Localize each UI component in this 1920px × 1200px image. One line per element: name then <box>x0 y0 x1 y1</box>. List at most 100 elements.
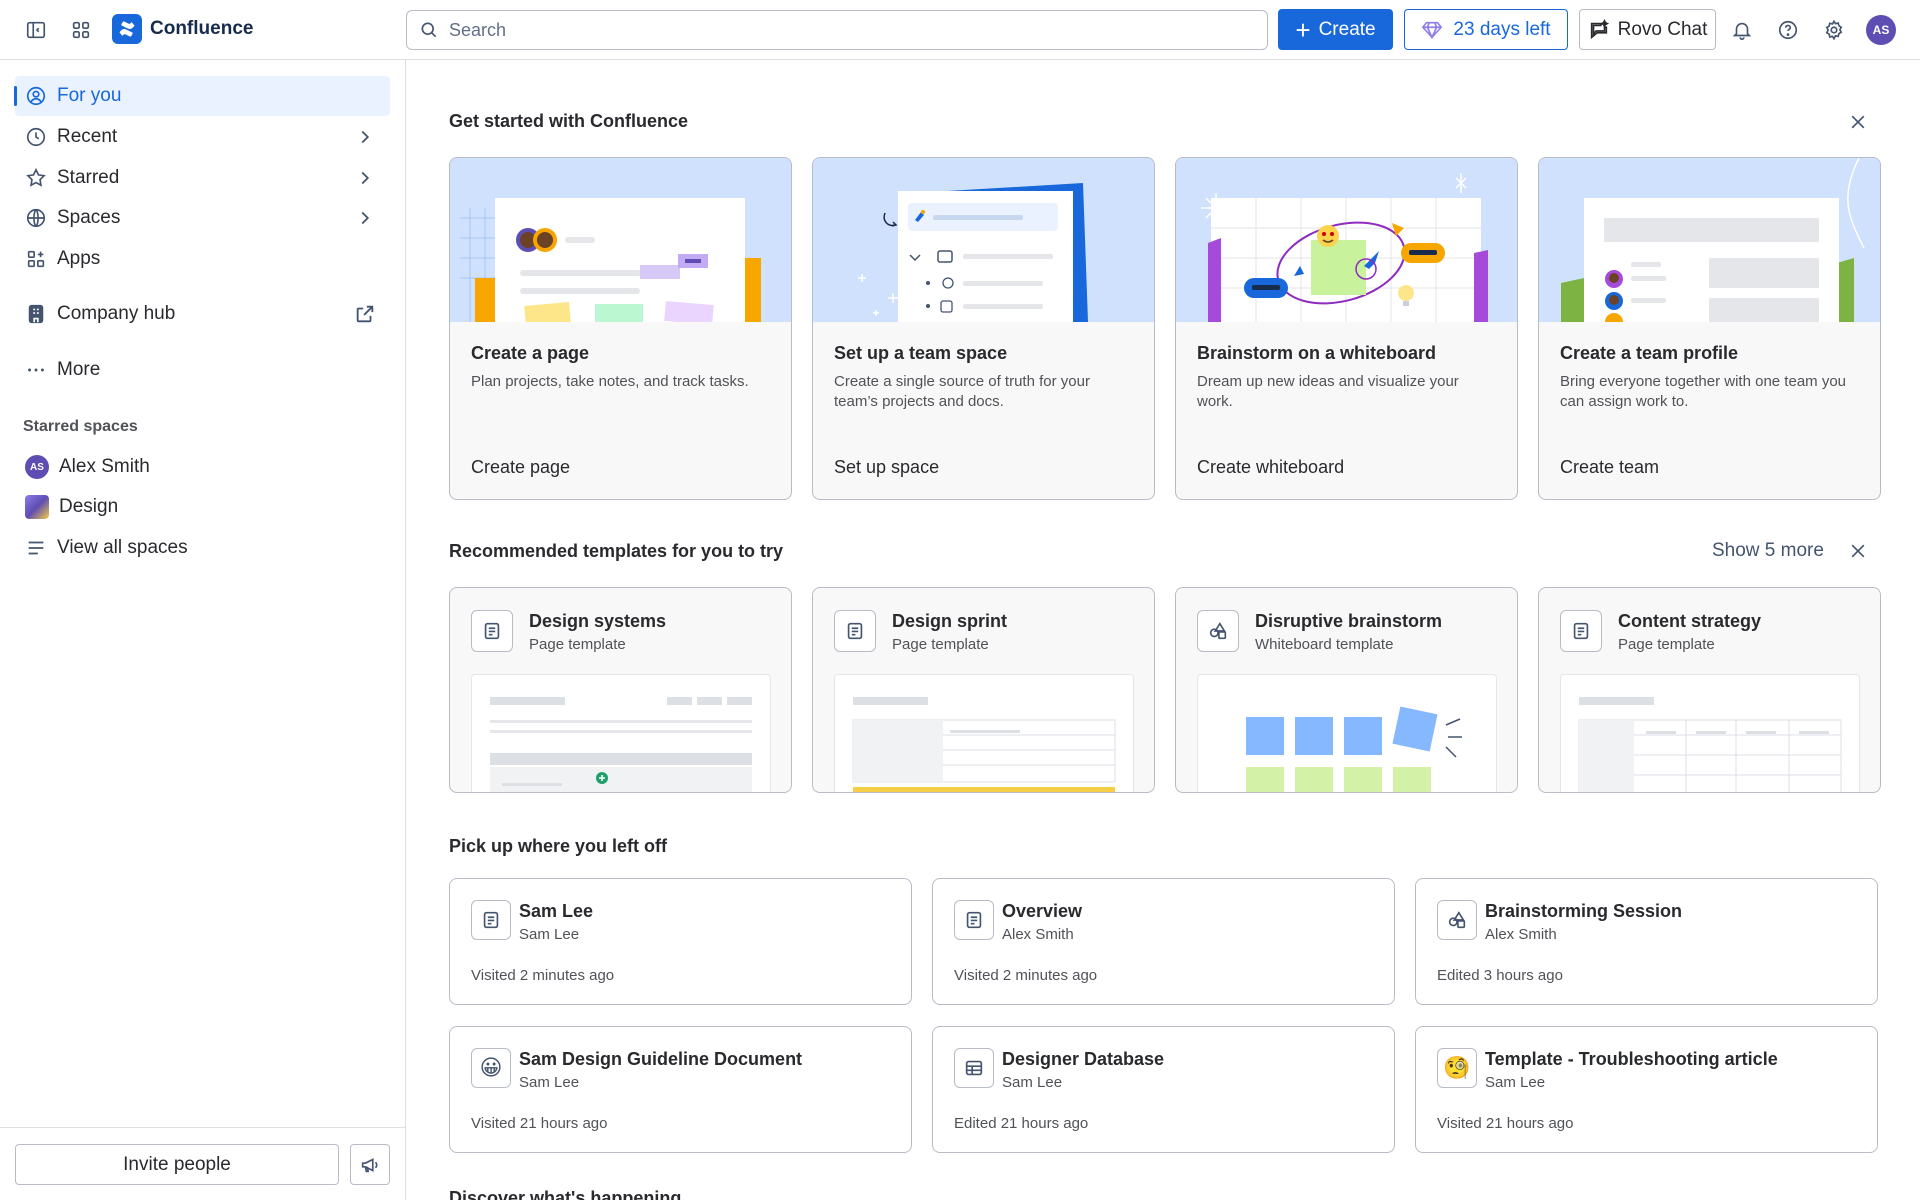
template-type: Page template <box>1618 636 1715 653</box>
card-title: Brainstorm on a whiteboard <box>1197 343 1437 363</box>
view-all-spaces[interactable]: View all spaces <box>15 528 390 568</box>
sidebar-toggle-icon[interactable] <box>16 10 56 50</box>
whiteboard-illustration <box>1176 158 1517 322</box>
card-title: Create a page <box>471 343 590 363</box>
sidebar-item-company-hub[interactable]: Company hub <box>15 294 390 334</box>
space-alex-smith[interactable]: AS Alex Smith <box>15 447 390 487</box>
get-started-title: Get started with Confluence <box>449 111 689 131</box>
create-button[interactable]: + Create <box>1278 9 1393 50</box>
discover-title: Discover what's happening <box>449 1188 682 1200</box>
template-title: Design systems <box>529 611 667 631</box>
space-design[interactable]: Design <box>15 487 390 527</box>
page-icon <box>471 900 511 940</box>
get-started-card-create-page[interactable]: Create a page Plan projects, take notes,… <box>449 157 792 500</box>
get-started-card-whiteboard[interactable]: Brainstorm on a whiteboard Dream up new … <box>1175 157 1518 500</box>
recent-title: Template - Troubleshooting article <box>1485 1049 1778 1069</box>
rovo-chat-button[interactable]: Rovo Chat <box>1579 9 1716 50</box>
sidebar-item-label: Recent <box>57 126 118 147</box>
megaphone-icon[interactable] <box>350 1144 390 1185</box>
sidebar-item-spaces[interactable]: Spaces <box>15 198 390 238</box>
space-label: Design <box>59 496 119 517</box>
invite-people-button[interactable]: Invite people <box>15 1144 339 1185</box>
top-navigation: Confluence + Create 23 days left Rovo Ch… <box>0 0 1920 60</box>
avatar: AS <box>25 455 49 479</box>
template-card-design-sprint[interactable]: Design sprint Page template <box>812 587 1155 793</box>
help-icon[interactable] <box>1768 10 1808 50</box>
database-icon <box>954 1048 994 1088</box>
template-type: Whiteboard template <box>1255 636 1394 653</box>
sidebar-item-label: Apps <box>57 248 101 269</box>
sidebar-footer: Invite people <box>0 1127 405 1200</box>
show-more-link[interactable]: Show 5 more <box>1712 540 1824 562</box>
starred-spaces-heading: Starred spaces <box>23 418 138 435</box>
page-icon <box>954 900 994 940</box>
create-whiteboard-link[interactable]: Create whiteboard <box>1197 457 1344 478</box>
recent-status: Visited 21 hours ago <box>1437 1115 1574 1132</box>
app-switcher-icon[interactable] <box>61 10 101 50</box>
close-icon[interactable] <box>1845 538 1871 564</box>
create-page-illustration <box>450 158 791 322</box>
sidebar-item-more[interactable]: More <box>15 350 390 390</box>
recent-card[interactable]: Brainstorming Session Alex Smith Edited … <box>1415 878 1878 1005</box>
card-description: Dream up new ideas and visualize your wo… <box>1197 373 1459 410</box>
sidebar: For you Recent Starred Spaces Apps Compa… <box>0 60 406 1200</box>
create-page-link[interactable]: Create page <box>471 457 570 478</box>
more-dots-icon <box>28 368 44 372</box>
recent-owner: Sam Lee <box>1485 1074 1546 1091</box>
create-team-link[interactable]: Create team <box>1560 457 1659 478</box>
apps-grid-icon <box>27 250 45 268</box>
plus-icon: + <box>1295 14 1311 45</box>
chevron-right-icon[interactable] <box>354 167 376 189</box>
view-all-label: View all spaces <box>57 537 188 558</box>
recent-status: Visited 2 minutes ago <box>471 967 615 984</box>
diamond-icon <box>1422 21 1443 39</box>
team-profile-illustration <box>1539 158 1880 322</box>
recent-status: Visited 2 minutes ago <box>954 967 1098 984</box>
sidebar-item-apps[interactable]: Apps <box>15 239 390 279</box>
confluence-logo[interactable]: Confluence <box>112 14 253 44</box>
search-input[interactable] <box>449 19 1229 41</box>
user-avatar[interactable]: AS <box>1866 15 1896 45</box>
settings-gear-icon[interactable] <box>1814 10 1854 50</box>
clock-icon <box>26 127 46 147</box>
star-icon <box>26 167 46 187</box>
whiteboard-icon <box>1197 610 1239 652</box>
template-card-content-strategy[interactable]: Content strategy Page template <box>1538 587 1881 793</box>
template-card-disruptive-brainstorm[interactable]: Disruptive brainstorm Whiteboard templat… <box>1175 587 1518 793</box>
recent-status: Visited 21 hours ago <box>471 1115 608 1132</box>
recent-card[interactable]: Overview Alex Smith Visited 2 minutes ag… <box>932 878 1395 1005</box>
recent-card[interactable]: Designer Database Sam Lee Edited 21 hour… <box>932 1026 1395 1153</box>
sidebar-item-for-you[interactable]: For you <box>14 76 390 116</box>
template-type: Page template <box>529 636 626 653</box>
chevron-right-icon[interactable] <box>354 207 376 229</box>
sidebar-item-label: Spaces <box>57 207 121 228</box>
sidebar-item-starred[interactable]: Starred <box>15 158 390 198</box>
recent-status: Edited 3 hours ago <box>1437 967 1563 984</box>
trial-button[interactable]: 23 days left <box>1404 9 1568 50</box>
app-name: Confluence <box>150 18 254 39</box>
card-description: Bring everyone together with one team yo… <box>1560 373 1847 410</box>
recent-title: Overview <box>1002 901 1083 921</box>
chat-sparkle-icon <box>1590 18 1609 39</box>
recent-card[interactable]: Sam Lee Sam Lee Visited 2 minutes ago <box>449 878 912 1005</box>
create-button-label: Create <box>1318 18 1376 40</box>
recent-card[interactable]: 🧐 Template - Troubleshooting article Sam… <box>1415 1026 1878 1153</box>
recent-card[interactable]: 😀 Sam Design Guideline Document Sam Lee … <box>449 1026 912 1153</box>
close-icon[interactable] <box>1845 109 1871 135</box>
chevron-right-icon[interactable] <box>354 126 376 148</box>
set-up-space-link[interactable]: Set up space <box>834 457 939 478</box>
search-box[interactable] <box>406 10 1268 50</box>
notifications-icon[interactable] <box>1722 10 1762 50</box>
recent-title: Sam Design Guideline Document <box>519 1049 803 1069</box>
template-preview <box>1560 674 1860 792</box>
template-preview <box>1197 674 1497 792</box>
template-card-design-systems[interactable]: Design systems Page template <box>449 587 792 793</box>
get-started-card-team-profile[interactable]: Create a team profile Bring everyone tog… <box>1538 157 1881 500</box>
sidebar-item-label: Company hub <box>57 303 176 324</box>
rovo-chat-label: Rovo Chat <box>1617 18 1708 40</box>
sidebar-item-recent[interactable]: Recent <box>15 117 390 157</box>
smiley-emoji-icon: 😀 <box>471 1048 511 1088</box>
external-link-icon[interactable] <box>354 303 376 325</box>
confluence-logo-icon <box>112 14 142 44</box>
get-started-card-team-space[interactable]: Set up a team space Create a single sour… <box>812 157 1155 500</box>
